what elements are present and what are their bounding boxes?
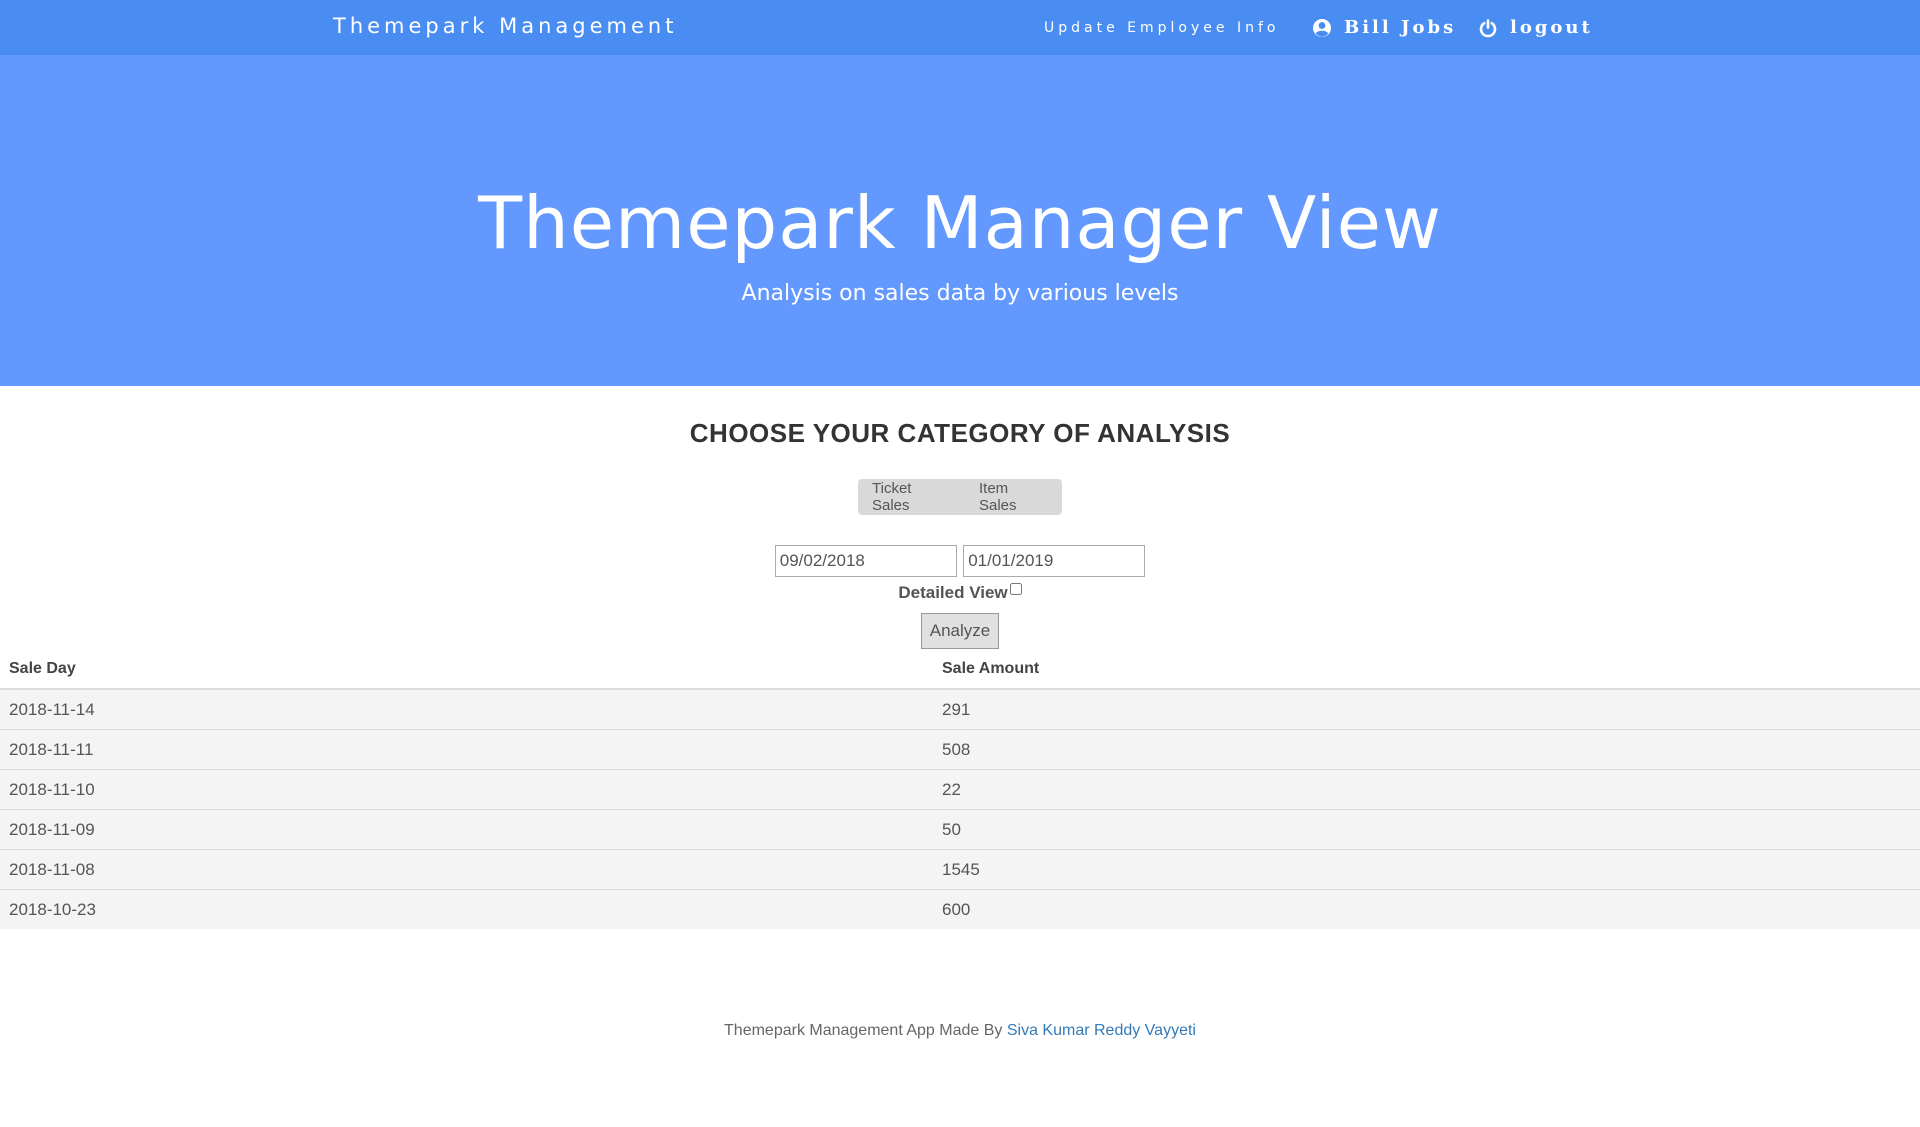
detailed-view-checkbox[interactable] bbox=[1009, 583, 1022, 595]
table-row: 2018-11-14 291 bbox=[0, 688, 1920, 730]
sale-amount-cell: 50 bbox=[933, 809, 1920, 850]
page-title: Themepark Manager View bbox=[478, 181, 1442, 265]
column-header-sale-amount: Sale Amount bbox=[933, 654, 1920, 690]
sale-day-cell: 2018-11-08 bbox=[0, 849, 933, 890]
date-range bbox=[0, 545, 1920, 577]
power-icon bbox=[1479, 18, 1497, 37]
update-employee-info-label: Update Employee Info bbox=[1044, 19, 1280, 36]
sale-day-cell: 2018-10-23 bbox=[0, 889, 933, 929]
tab-item-sales[interactable]: Item Sales bbox=[965, 480, 1062, 514]
detailed-view-row: Detailed View bbox=[0, 583, 1920, 603]
analysis-heading: CHOOSE YOUR CATEGORY OF ANALYSIS bbox=[689, 418, 1231, 448]
column-header-sale-day: Sale Day bbox=[0, 654, 933, 690]
sale-amount-cell: 1545 bbox=[933, 849, 1920, 890]
sale-amount-cell: 600 bbox=[933, 889, 1920, 929]
hero-banner: Themepark Manager View Analysis on sales… bbox=[0, 55, 1920, 386]
start-date-input[interactable] bbox=[774, 545, 957, 577]
sale-day-cell: 2018-11-09 bbox=[0, 809, 933, 850]
page-subtitle: Analysis on sales data by various levels bbox=[741, 281, 1179, 306]
table-row: 2018-11-11 508 bbox=[0, 729, 1920, 770]
footer: Themepark Management App Made By Siva Ku… bbox=[0, 1022, 1920, 1040]
sale-amount-cell: 291 bbox=[933, 688, 1920, 730]
footer-text: Themepark Management App Made By bbox=[724, 1022, 1007, 1039]
sale-day-cell: 2018-11-11 bbox=[0, 729, 933, 770]
table-row: 2018-11-09 50 bbox=[0, 809, 1920, 850]
table-row: 2018-11-10 22 bbox=[0, 769, 1920, 810]
end-date-input[interactable] bbox=[963, 545, 1146, 577]
user-menu-link[interactable]: Bill Jobs bbox=[1312, 0, 1456, 55]
brand-link[interactable]: Themepark Management bbox=[333, 14, 677, 38]
sale-amount-cell: 22 bbox=[933, 769, 1920, 810]
detailed-view-label: Detailed View bbox=[898, 583, 1008, 602]
table-row: 2018-11-08 1545 bbox=[0, 849, 1920, 890]
navbar: Themepark Management Update Employee Inf… bbox=[0, 0, 1920, 55]
logout-label: logout bbox=[1510, 17, 1593, 38]
author-link[interactable]: Siva Kumar Reddy Vayyeti bbox=[1007, 1022, 1196, 1039]
user-name-label: Bill Jobs bbox=[1344, 17, 1457, 38]
analyze-button[interactable]: Analyze bbox=[920, 613, 1000, 649]
table-header-row: Sale Day Sale Amount bbox=[0, 654, 1920, 690]
sales-table: Sale Day Sale Amount 2018-11-14 291 2018… bbox=[0, 654, 1920, 929]
category-tabs: Ticket Sales Item Sales bbox=[858, 479, 1062, 515]
tab-ticket-sales[interactable]: Ticket Sales bbox=[858, 480, 965, 514]
update-employee-info-link[interactable]: Update Employee Info bbox=[1044, 0, 1279, 55]
table-row: 2018-10-23 600 bbox=[0, 889, 1920, 929]
sale-day-cell: 2018-11-14 bbox=[0, 688, 933, 730]
logout-link[interactable]: logout bbox=[1478, 0, 1593, 55]
sale-day-cell: 2018-11-10 bbox=[0, 769, 933, 810]
user-circle-icon bbox=[1313, 18, 1331, 37]
sale-amount-cell: 508 bbox=[933, 729, 1920, 770]
